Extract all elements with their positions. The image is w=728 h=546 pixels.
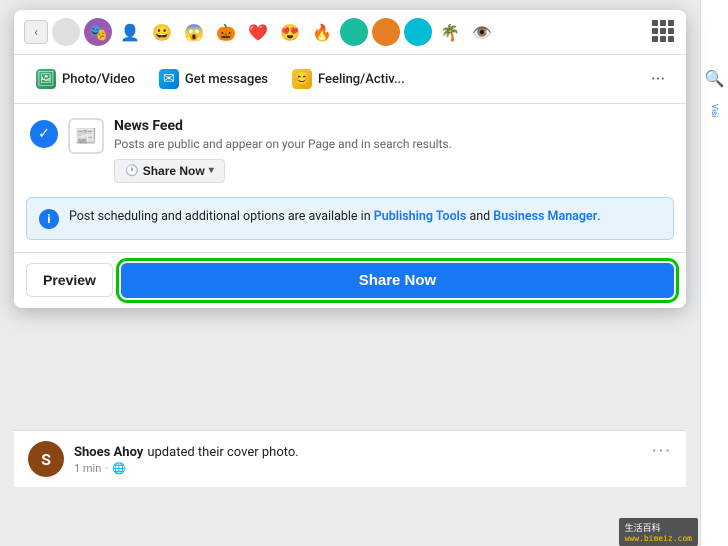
search-icon[interactable]: 🔍 xyxy=(705,68,725,88)
emoji-orange-chip[interactable] xyxy=(372,18,400,46)
emoji-toolbar: ‹ 🎭 👤 😀 😱 🎃 ❤️ 😍 🔥 🌴 👁️ xyxy=(14,10,686,55)
emoji-back-arrow[interactable]: ‹ xyxy=(24,20,48,44)
check-circle: ✓ xyxy=(30,120,58,148)
visitors-label: Visi xyxy=(710,104,719,117)
newsfeed-row: ✓ 📰 News Feed Posts are public and appea… xyxy=(30,118,670,183)
globe-icon: 🌐 xyxy=(112,462,126,475)
get-messages-button[interactable]: ✉ Get messages xyxy=(149,63,278,95)
emoji-heart-chip[interactable]: ❤️ xyxy=(244,18,272,46)
emoji-blank-chip[interactable] xyxy=(52,18,80,46)
photo-video-icon: 🖼 xyxy=(36,69,56,89)
feed-post: S Shoes Ahoy updated their cover photo. … xyxy=(14,430,686,487)
more-options-button[interactable]: ··· xyxy=(642,63,674,95)
feed-separator: · xyxy=(105,462,108,475)
emoji-eye-chip[interactable]: 👁️ xyxy=(468,18,496,46)
feed-post-text: Shoes Ahoy updated their cover photo. xyxy=(74,441,642,460)
share-modal: ‹ 🎭 👤 😀 😱 🎃 ❤️ 😍 🔥 🌴 👁️ 🖼 Photo/Video ✉ … xyxy=(14,10,686,308)
emoji-scared-chip[interactable]: 😱 xyxy=(180,18,208,46)
watermark: 生活百科 www.bimeiz.com xyxy=(619,518,698,546)
info-box: i Post scheduling and additional options… xyxy=(26,197,674,240)
emoji-smile-chip[interactable]: 😀 xyxy=(148,18,176,46)
feed-content: Shoes Ahoy updated their cover photo. 1 … xyxy=(74,441,642,475)
clock-icon: 🕐 xyxy=(125,164,139,177)
avatar: S xyxy=(28,441,64,477)
feeling-button[interactable]: 😊 Feeling/Activ... xyxy=(282,63,415,95)
more-dots: ··· xyxy=(651,69,665,90)
publishing-tools-link[interactable]: Publishing Tools xyxy=(374,209,467,224)
business-manager-link[interactable]: Business Manager xyxy=(493,209,597,224)
emoji-palm-chip[interactable]: 🌴 xyxy=(436,18,464,46)
emoji-person-chip[interactable]: 👤 xyxy=(116,18,144,46)
feed-more-button[interactable]: ··· xyxy=(652,441,672,462)
emoji-purple-chip[interactable]: 🎭 xyxy=(84,18,112,46)
feed-meta: 1 min · 🌐 xyxy=(74,462,642,475)
chevron-down-icon: ▾ xyxy=(209,165,214,176)
share-now-dropdown-button[interactable]: 🕐 Share Now ▾ xyxy=(114,159,225,183)
action-buttons-row: 🖼 Photo/Video ✉ Get messages 😊 Feeling/A… xyxy=(14,55,686,104)
right-sidebar: 🔍 Visi xyxy=(700,0,728,546)
bottom-action-bar: Preview Share Now xyxy=(14,252,686,308)
newsfeed-section: ✓ 📰 News Feed Posts are public and appea… xyxy=(14,104,686,197)
info-text-middle: and xyxy=(466,209,493,224)
watermark-url: www.bimeiz.com xyxy=(625,534,692,543)
info-text-before: Post scheduling and additional options a… xyxy=(69,209,374,224)
feed-time: 1 min xyxy=(74,462,101,475)
share-now-dropdown-label: Share Now xyxy=(143,164,205,178)
feeling-icon: 😊 xyxy=(292,69,312,89)
emoji-love-chip[interactable]: 😍 xyxy=(276,18,304,46)
feed-action-text: updated their cover photo. xyxy=(147,445,298,460)
messenger-icon: ✉ xyxy=(159,69,179,89)
newsfeed-icon: 📰 xyxy=(68,118,104,154)
info-icon: i xyxy=(39,209,59,229)
feeling-label: Feeling/Activ... xyxy=(318,72,405,87)
photo-video-label: Photo/Video xyxy=(62,72,135,87)
newsfeed-title: News Feed xyxy=(114,118,670,134)
photo-video-button[interactable]: 🖼 Photo/Video xyxy=(26,63,145,95)
newsfeed-description: Posts are public and appear on your Page… xyxy=(114,136,670,153)
emoji-cyan-chip[interactable] xyxy=(404,18,432,46)
emoji-pumpkin-chip[interactable]: 🎃 xyxy=(212,18,240,46)
newsfeed-info: News Feed Posts are public and appear on… xyxy=(114,118,670,183)
info-text-after: . xyxy=(597,209,600,224)
share-now-button[interactable]: Share Now xyxy=(121,263,674,298)
watermark-chinese: 生活百科 xyxy=(625,521,692,534)
emoji-fire-chip[interactable]: 🔥 xyxy=(308,18,336,46)
feed-author-name[interactable]: Shoes Ahoy xyxy=(74,445,143,460)
emoji-grid-icon[interactable] xyxy=(652,20,676,44)
preview-button[interactable]: Preview xyxy=(26,263,113,297)
info-text: Post scheduling and additional options a… xyxy=(69,208,601,227)
emoji-teal-chip[interactable] xyxy=(340,18,368,46)
get-messages-label: Get messages xyxy=(185,72,268,87)
